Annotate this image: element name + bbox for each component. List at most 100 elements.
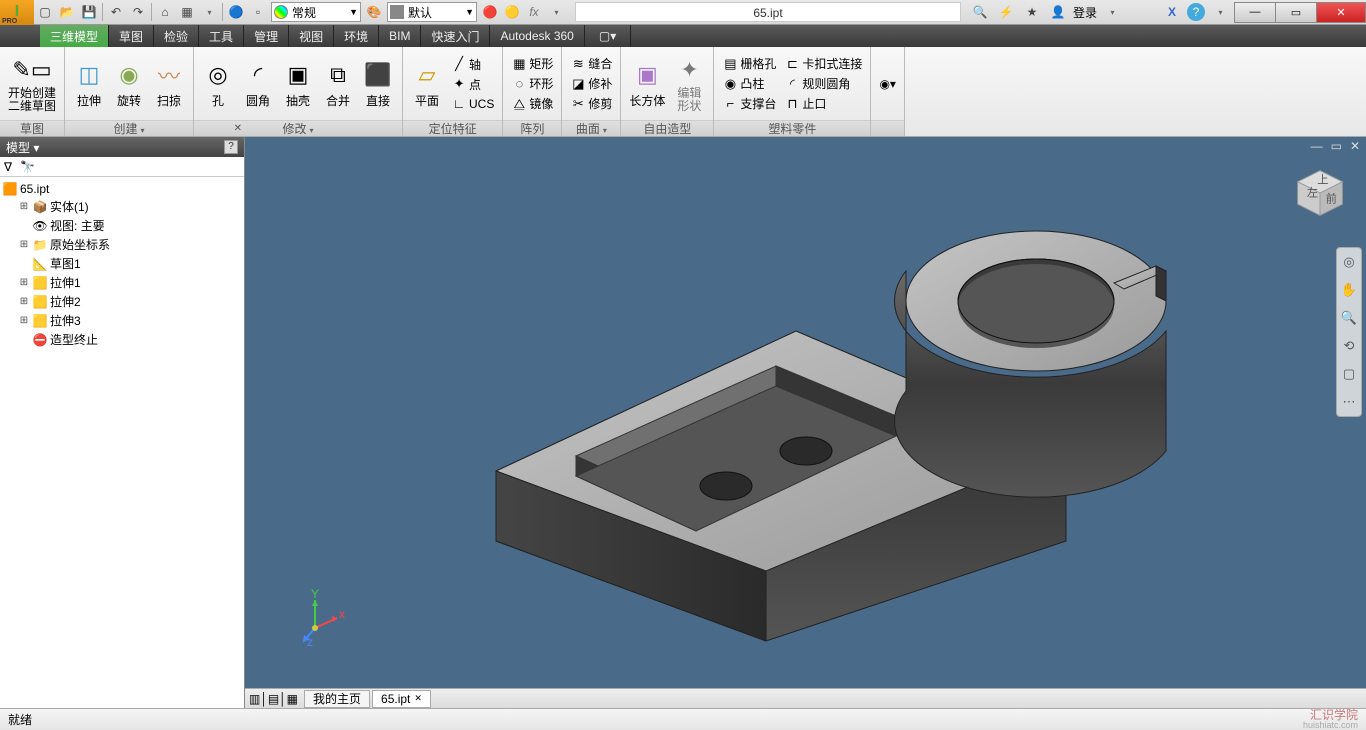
tab-extra[interactable]: ▢▾ [585, 25, 631, 47]
nav-wheel-icon[interactable]: ◎ [1339, 252, 1359, 272]
comm-icon[interactable]: ⚡ [995, 1, 1017, 23]
ribbon-collapse-button[interactable]: ◉▾ [877, 76, 898, 92]
viewcube[interactable]: 左 前 上 [1292, 165, 1348, 221]
nav-zoom-icon[interactable]: 🔍 [1339, 308, 1359, 328]
qat-appearance-icon[interactable]: ▫ [247, 1, 269, 23]
qat-save-icon[interactable]: 💾 [78, 1, 100, 23]
tab-bim[interactable]: BIM [379, 25, 421, 47]
expand-icon[interactable]: ⊞ [18, 315, 30, 326]
panel-expand-icon[interactable] [602, 122, 607, 136]
plane-button[interactable]: ▱平面 [409, 57, 445, 111]
qat-more-dropdown[interactable] [545, 1, 567, 23]
qat-new-icon[interactable]: ▢ [34, 1, 56, 23]
close-button[interactable]: ✕ [1316, 2, 1366, 23]
tree-node[interactable]: ⊞📁原始坐标系 [2, 235, 242, 254]
minimize-button[interactable]: — [1234, 2, 1276, 23]
rfillet-button[interactable]: ◜规则圆角 [782, 74, 864, 93]
tab-close-icon[interactable]: ✕ [414, 693, 422, 704]
login-link[interactable]: 登录 [1073, 4, 1097, 21]
tree-node[interactable]: 👁视图: 主要 [2, 216, 242, 235]
doc-tab-file[interactable]: 65.ipt✕ [372, 690, 431, 708]
mirror-button[interactable]: ⧋镜像 [509, 94, 555, 113]
grill-button[interactable]: ▤栅格孔 [720, 54, 778, 73]
sweep-button[interactable]: 〰扫掠 [151, 57, 187, 111]
rest-button[interactable]: ⌐支撑台 [720, 94, 778, 113]
patch-button[interactable]: ◪修补 [568, 74, 614, 93]
qat-home-icon[interactable]: ⌂ [154, 1, 176, 23]
revolve-button[interactable]: ◉旋转 [111, 57, 147, 111]
snap-button[interactable]: ⊏卡扣式连接 [782, 54, 864, 73]
fillet-button[interactable]: ◜圆角 [240, 57, 276, 111]
extrude-button[interactable]: ◫拉伸 [71, 57, 107, 111]
help-icon[interactable]: ? [1187, 3, 1205, 21]
star-icon[interactable]: ★ [1021, 1, 1043, 23]
tree-node[interactable]: ⛔造型终止 [2, 330, 242, 349]
qat-open-icon[interactable]: 📂 [56, 1, 78, 23]
shell-button[interactable]: ▣抽壳 [280, 57, 316, 111]
qat-fx-icon[interactable]: fx [523, 1, 545, 23]
app-logo[interactable]: I [0, 0, 34, 25]
vp-minimize-icon[interactable]: — [1311, 139, 1323, 153]
point-button[interactable]: ✦点 [449, 75, 496, 94]
tab-tools[interactable]: 工具 [199, 25, 244, 47]
tab-sketch[interactable]: 草图 [109, 25, 154, 47]
vp-restore-icon[interactable]: ▭ [1331, 139, 1342, 153]
style-dropdown[interactable]: 常规 ▼ [271, 2, 361, 22]
tab-3dmodel[interactable]: 三维模型 [40, 25, 109, 47]
tab-a360[interactable]: Autodesk 360 [490, 25, 584, 47]
nav-pan-icon[interactable]: ✋ [1339, 280, 1359, 300]
boss-button[interactable]: ◉凸柱 [720, 74, 778, 93]
layer-dropdown[interactable]: 默认 ▼ [387, 2, 477, 22]
doc-tab-home[interactable]: 我的主页 [304, 690, 370, 708]
hole-button[interactable]: ◎孔 [200, 57, 236, 111]
qat-material-icon[interactable]: 🔵 [225, 1, 247, 23]
tree-node[interactable]: ⊞🟨拉伸1 [2, 273, 242, 292]
tree-node[interactable]: ⊞🟨拉伸2 [2, 292, 242, 311]
viewport-3d[interactable]: — ▭ ✕ 左 前 上 ◎ ✋ 🔍 ⟲ ▢ ⋯ [245, 137, 1366, 708]
circ-pattern-button[interactable]: ◌环形 [509, 74, 555, 93]
tab-view[interactable]: 视图 [289, 25, 334, 47]
vp-close-icon[interactable]: ✕ [1350, 139, 1360, 153]
trim-button[interactable]: ✂修剪 [568, 94, 614, 113]
start-2d-sketch-button[interactable]: ✎▭ 开始创建 二维草图 [6, 52, 58, 115]
tree-node[interactable]: 📐草图1 [2, 254, 242, 273]
tab-inspect[interactable]: 检验 [154, 25, 199, 47]
filter-icon[interactable]: ∇ [4, 160, 12, 174]
lip-button[interactable]: ⊓止口 [782, 94, 864, 113]
tree-node[interactable]: ⊞📦实体(1) [2, 197, 242, 216]
expand-icon[interactable]: ⊞ [18, 296, 30, 307]
qat-dropdown[interactable] [198, 1, 220, 23]
expand-icon[interactable]: ⊞ [18, 201, 30, 212]
nav-lookat-icon[interactable]: ▢ [1339, 364, 1359, 384]
tree-root[interactable]: 🟧 65.ipt [2, 181, 242, 197]
maximize-button[interactable]: ▭ [1275, 2, 1317, 23]
tab-env[interactable]: 环境 [334, 25, 379, 47]
panel-expand-icon[interactable] [309, 122, 314, 136]
edit-form-button[interactable]: ✦编辑 形状 [671, 52, 707, 115]
browser-help-icon[interactable]: ? [224, 140, 238, 154]
nav-more-icon[interactable]: ⋯ [1339, 392, 1359, 412]
qat-color-icon[interactable]: 🎨 [363, 1, 385, 23]
qat-undo-icon[interactable]: ↶ [105, 1, 127, 23]
user-icon[interactable]: 👤 [1047, 1, 1069, 23]
tab-manage[interactable]: 管理 [244, 25, 289, 47]
search-icon[interactable]: 🔍 [969, 1, 991, 23]
rect-pattern-button[interactable]: ▦矩形 [509, 54, 555, 73]
axis-button[interactable]: ╱轴 [449, 55, 496, 74]
login-dropdown[interactable] [1101, 1, 1123, 23]
stitch-button[interactable]: ≋缝合 [568, 54, 614, 73]
qat-redo-icon[interactable]: ↷ [127, 1, 149, 23]
expand-icon[interactable]: ⊞ [18, 277, 30, 288]
qat-select-icon[interactable]: ▦ [176, 1, 198, 23]
nav-orbit-icon[interactable]: ⟲ [1339, 336, 1359, 356]
expand-icon[interactable]: ⊞ [18, 239, 30, 250]
browser-close-icon[interactable]: ✕ [234, 123, 242, 134]
tab-getstarted[interactable]: 快速入门 [421, 25, 490, 47]
exchange-icon[interactable]: X [1161, 1, 1183, 23]
combine-button[interactable]: ⧉合并 [320, 57, 356, 111]
panel-expand-icon[interactable] [140, 122, 145, 136]
direct-button[interactable]: ⬛直接 [360, 57, 396, 111]
help-dropdown[interactable] [1209, 1, 1231, 23]
doc-tab-icons[interactable]: ▥│▤│▦ [249, 692, 298, 706]
search-tree-icon[interactable]: 🔭 [20, 160, 35, 174]
